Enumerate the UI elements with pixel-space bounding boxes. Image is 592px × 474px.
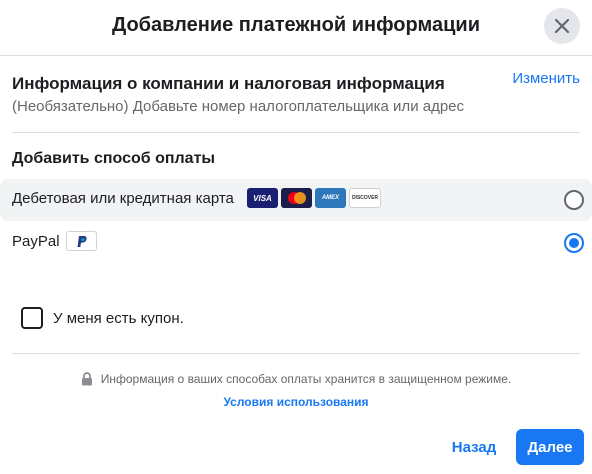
paypal-radio[interactable] bbox=[564, 233, 584, 253]
secure-notice: Информация о ваших способах оплаты храни… bbox=[0, 372, 592, 386]
back-button[interactable]: Назад bbox=[441, 430, 507, 464]
divider bbox=[12, 132, 580, 133]
paypal-logo-icon bbox=[66, 231, 97, 251]
dialog-header: Добавление платежной информации bbox=[0, 0, 592, 56]
close-icon bbox=[554, 18, 570, 34]
visa-logo-icon: VISA bbox=[247, 188, 278, 208]
payment-option-paypal[interactable]: PayPal bbox=[0, 224, 592, 262]
card-logos: VISA AMEX DISCOVER bbox=[247, 188, 381, 208]
coupon-label: У меня есть купон. bbox=[53, 309, 184, 327]
next-button[interactable]: Далее bbox=[516, 429, 584, 465]
edit-company-link[interactable]: Изменить bbox=[512, 70, 580, 87]
mastercard-logo-icon bbox=[281, 188, 312, 208]
coupon-option[interactable]: У меня есть купон. bbox=[21, 307, 184, 329]
card-radio[interactable] bbox=[564, 190, 584, 210]
terms-link[interactable]: Условия использования bbox=[0, 395, 592, 409]
company-tax-info: Информация о компании и налоговая информ… bbox=[12, 74, 580, 115]
payment-section-title: Добавить способ оплаты bbox=[12, 150, 216, 167]
payment-dialog: Добавление платежной информации Информац… bbox=[0, 0, 592, 474]
secure-notice-text: Информация о ваших способах оплаты храни… bbox=[100, 372, 512, 386]
dialog-title: Добавление платежной информации bbox=[111, 14, 481, 36]
discover-logo-icon: DISCOVER bbox=[349, 188, 381, 208]
coupon-checkbox[interactable] bbox=[21, 307, 43, 329]
divider bbox=[12, 353, 580, 354]
lock-icon bbox=[81, 372, 92, 386]
payment-option-paypal-label: PayPal bbox=[12, 233, 60, 250]
amex-logo-icon: AMEX bbox=[315, 188, 346, 208]
payment-option-card[interactable]: Дебетовая или кредитная карта VISA AMEX … bbox=[0, 179, 592, 221]
payment-option-card-label: Дебетовая или кредитная карта bbox=[12, 190, 234, 207]
radio-selected-dot bbox=[569, 238, 579, 248]
company-info-subtitle: (Необязательно) Добавьте номер налогопла… bbox=[12, 98, 465, 115]
close-button[interactable] bbox=[544, 8, 580, 44]
company-info-title: Информация о компании и налоговая информ… bbox=[12, 74, 445, 93]
